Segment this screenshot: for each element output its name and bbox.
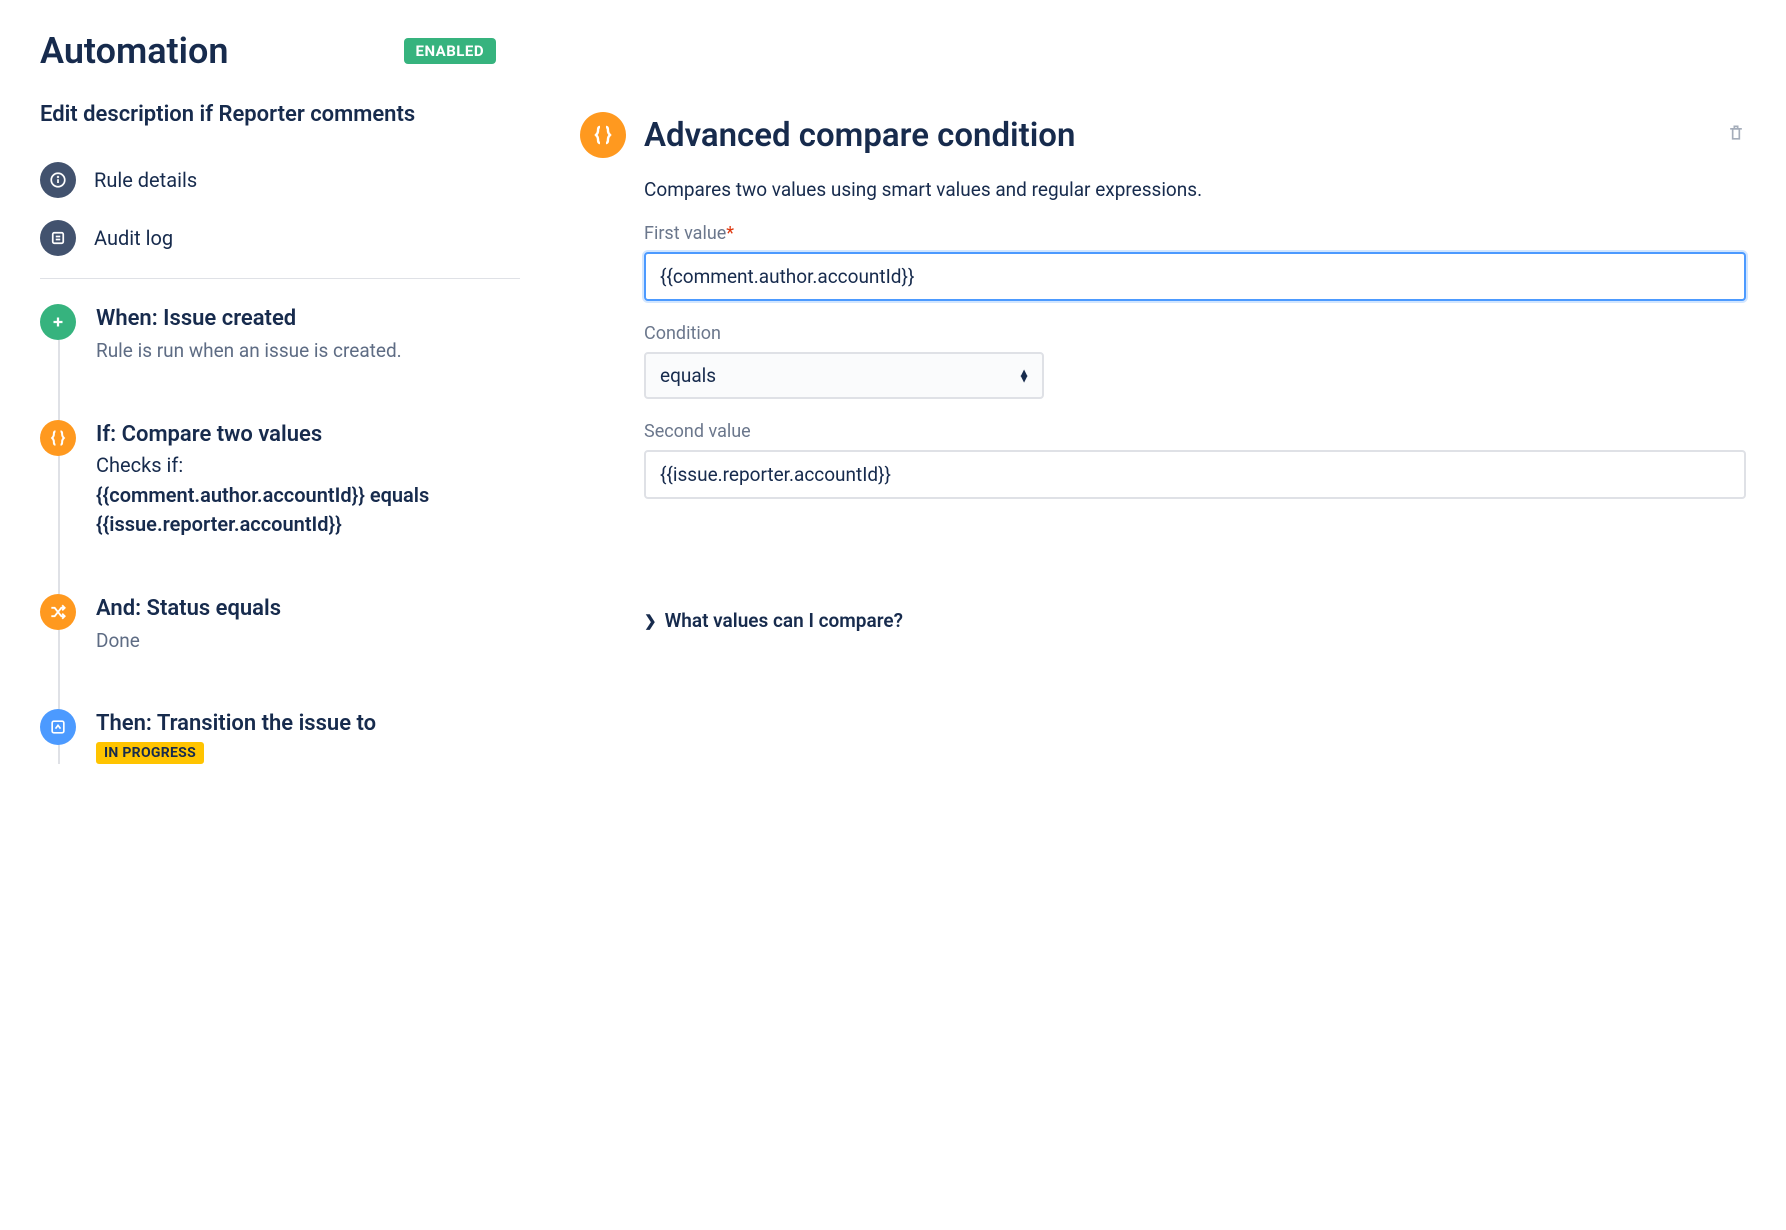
step-title: If: Compare two values [96,422,520,447]
shuffle-icon [40,594,76,630]
step-when[interactable]: When: Issue created Rule is run when an … [40,304,520,365]
status-lozenge: IN PROGRESS [96,742,204,764]
second-value-input[interactable] [644,450,1746,499]
help-link[interactable]: ❯ What values can I compare? [644,609,1746,632]
condition-label: Condition [644,323,1746,344]
condition-value: equals [644,352,1044,399]
step-checks: Checks if: [96,453,520,477]
nav-rule-details[interactable]: Rule details [40,162,520,198]
rule-name[interactable]: Edit description if Reporter comments [40,102,520,127]
step-desc: Done [96,627,281,655]
first-value-label: First value* [644,223,1746,244]
nav-label: Audit log [94,226,173,250]
page-title: Automation [40,30,229,72]
second-value-label: Second value [644,421,1746,442]
info-icon [40,162,76,198]
panel-title: Advanced compare condition [644,116,1708,155]
panel-description: Compares two values using smart values a… [644,178,1746,201]
transition-icon [40,709,76,745]
step-then[interactable]: Then: Transition the issue to IN PROGRES… [40,709,520,764]
step-if[interactable]: If: Compare two values Checks if: {{comm… [40,420,520,539]
divider [40,278,520,279]
step-and[interactable]: And: Status equals Done [40,594,520,655]
first-value-input[interactable] [644,252,1746,301]
step-expression: {{comment.author.accountId}} equals {{is… [96,481,520,539]
nav-label: Rule details [94,168,197,192]
list-icon [40,220,76,256]
nav-audit-log[interactable]: Audit log [40,220,520,256]
step-title: When: Issue created [96,306,402,331]
chevron-right-icon: ❯ [644,612,657,630]
status-badge: ENABLED [404,38,497,64]
plus-icon [40,304,76,340]
braces-icon [580,112,626,158]
step-connector [58,340,60,764]
chevron-updown-icon: ▲▼ [1018,369,1030,382]
braces-icon [40,420,76,456]
step-desc: Rule is run when an issue is created. [96,337,402,365]
condition-select[interactable]: equals ▲▼ [644,352,1044,399]
help-link-label: What values can I compare? [665,609,903,632]
step-title: And: Status equals [96,596,281,621]
step-title: Then: Transition the issue to [96,711,376,736]
trash-icon[interactable] [1726,123,1746,147]
